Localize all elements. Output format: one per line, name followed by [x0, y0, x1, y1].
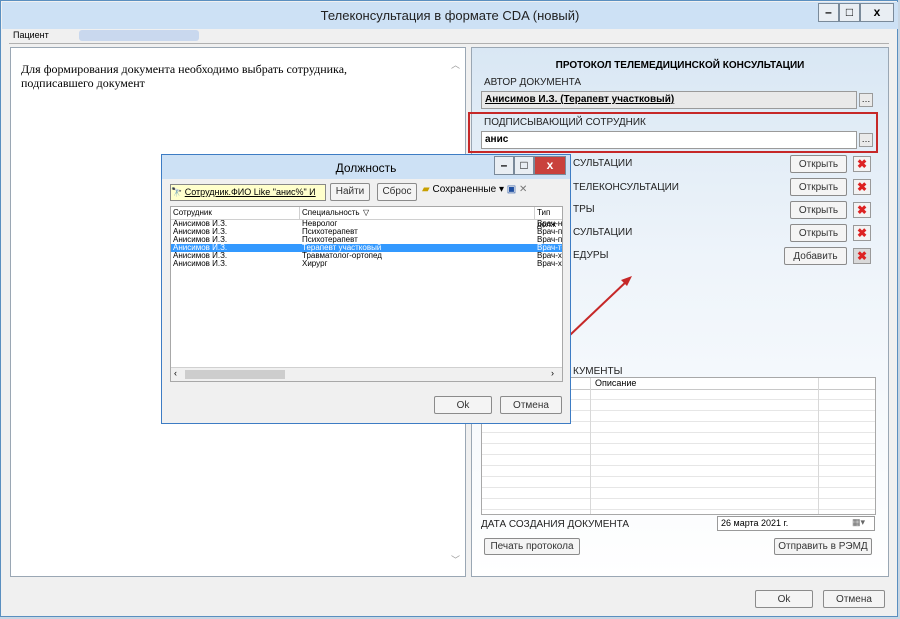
saved-label: Сохраненные [432, 184, 497, 195]
filter-field[interactable]: 🔭 Сотрудник.ФИО Like "анис%" И [170, 184, 326, 201]
table-row[interactable]: Анисимов И.З. Психотерапевт Врач-псих [171, 228, 562, 236]
scroll-right-icon[interactable]: › [551, 368, 554, 378]
clear-icon[interactable]: ✕ [519, 184, 527, 195]
chevron-down-icon: ▾ [498, 184, 504, 195]
col-divider [534, 207, 535, 219]
arrow-line [569, 279, 629, 336]
position-dialog: Должность – □ x 🔭 Сотрудник.ФИО Like "ан… [161, 154, 571, 424]
scroll-thumb[interactable] [185, 370, 285, 379]
dialog-cancel-button[interactable]: Отмена [500, 396, 562, 414]
filter-icon[interactable]: ▽ [363, 207, 369, 219]
dialog-maximize-button[interactable]: □ [514, 156, 534, 175]
dialog-minimize-button[interactable]: – [494, 156, 514, 175]
cell-specialty: Хирург [302, 259, 328, 268]
folder-icon: ▰ [422, 184, 430, 195]
scroll-left-icon[interactable]: ‹ [174, 368, 177, 378]
employee-grid[interactable]: Сотрудник Специальность ▽ Тип долж Аниси… [170, 206, 563, 382]
col-header-employee[interactable]: Сотрудник [173, 207, 212, 219]
filter-text: Сотрудник.ФИО Like "анис%" И [184, 187, 316, 197]
cell-employee: Анисимов И.З. [173, 259, 228, 268]
dialog-close-button[interactable]: x [534, 156, 566, 175]
horizontal-scrollbar[interactable]: ‹ › [171, 367, 562, 381]
saved-dropdown[interactable]: ▰ Сохраненные ▾ ▣ ✕ [422, 184, 527, 195]
reset-button[interactable]: Сброс [377, 183, 417, 201]
grid-header: Сотрудник Специальность ▽ Тип долж [171, 207, 562, 229]
save-filter-icon[interactable]: ▣ [507, 184, 516, 195]
cell-type: Врач-хир [537, 259, 562, 268]
table-row[interactable]: Анисимов И.З. Невролог Врач-невр [171, 220, 562, 228]
table-row[interactable]: Анисимов И.З. Хирург Врач-хир [171, 259, 562, 268]
dialog-ok-button[interactable]: Ok [434, 396, 492, 414]
col-divider [299, 207, 300, 219]
col-header-specialty[interactable]: Специальность [302, 207, 360, 219]
table-row[interactable]: Анисимов И.З. Травматолог-ортопед Врач-х… [171, 252, 562, 260]
find-button[interactable]: Найти [330, 183, 370, 201]
binoculars-icon: 🔭 [171, 187, 183, 197]
dialog-title-bar: Должность – □ x [162, 155, 570, 179]
